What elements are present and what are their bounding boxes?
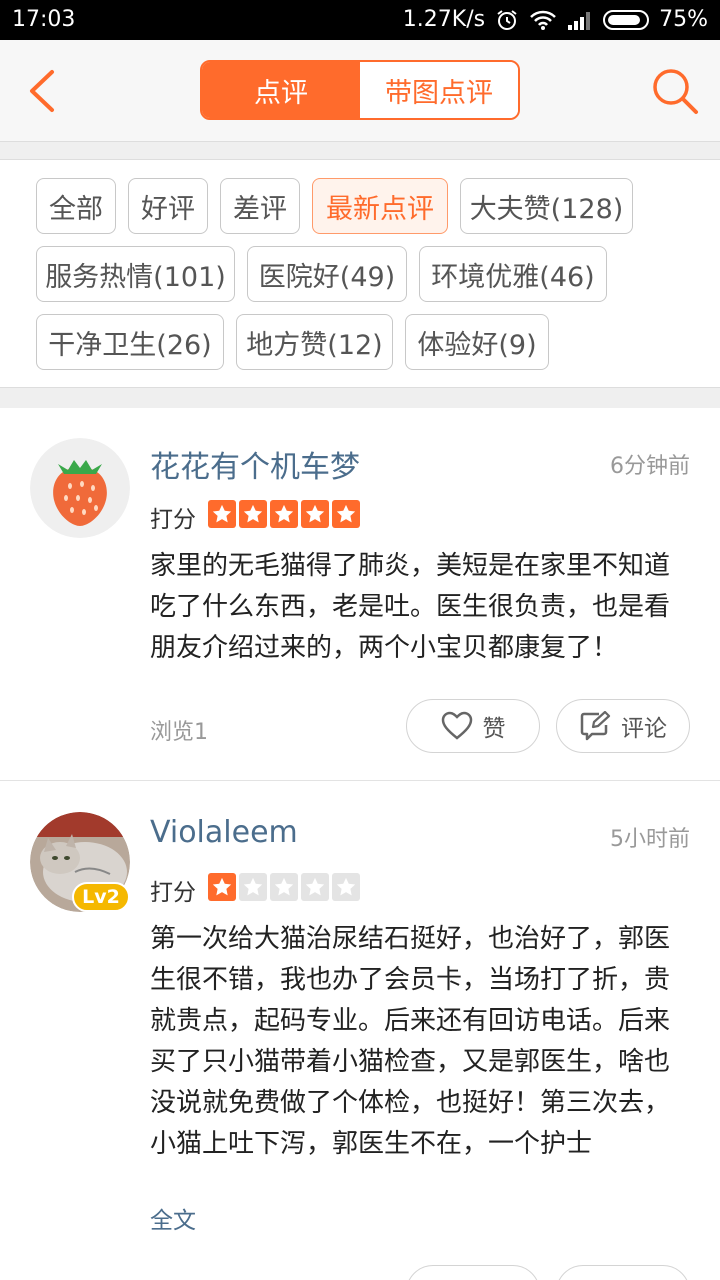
tab-reviews[interactable]: 点评 [202,62,360,118]
filter-tags: 全部 好评 差评 最新点评 大夫赞(128) 服务热情(101) 医院好(49)… [0,161,720,388]
star-icon [208,500,236,528]
review-time: 6分钟前 [610,454,690,479]
star-icon [270,500,298,528]
heart-icon [441,711,472,740]
nav-header: 点评 带图点评 [0,40,720,142]
star-empty-icon [332,873,360,901]
like-button[interactable] [406,1265,540,1280]
filter-tag-latest[interactable]: 最新点评 [312,178,448,234]
comment-label: 评论 [621,716,667,742]
battery-level: 75% [659,7,708,32]
like-label: 赞 [482,716,506,742]
filter-tag-all[interactable]: 全部 [36,178,116,234]
battery-icon [603,9,650,30]
status-icons: 1.27K/s 75% [403,7,708,32]
review-time: 5小时前 [610,827,690,852]
review-type-switch: 点评 带图点评 [200,60,520,120]
star-empty-icon [270,873,298,901]
level-badge: Lv2 [72,882,130,912]
star-icon [239,500,267,528]
filter-tag-negative[interactable]: 差评 [220,178,300,234]
rating-stars [208,873,360,901]
filter-tag-environment[interactable]: 环境优雅(46) [419,246,607,302]
filter-tag-hospital[interactable]: 医院好(49) [247,246,407,302]
filter-tag-location[interactable]: 地方赞(12) [236,314,393,370]
review-item: Lv2 Violaleem 5小时前 打分 第一次给大猫治尿结石挺好，也治好了，… [0,781,720,1280]
tab-photo-reviews[interactable]: 带图点评 [360,62,518,118]
alarm-icon [497,9,517,30]
status-bar: 17:03 1.27K/s 75% [0,0,720,40]
review-item: 花花有个机车梦 6分钟前 打分 家里的无毛猫得了肺炎，美短是在家里不知道吃了什么… [0,408,720,781]
star-icon [301,500,329,528]
star-empty-icon [239,873,267,901]
comment-button[interactable]: 评论 [556,699,690,753]
rating-label: 打分 [150,507,196,533]
back-arrow-icon[interactable] [24,68,64,114]
status-time: 17:03 [12,7,76,32]
signal-icon [568,11,591,30]
review-text: 家里的无毛猫得了肺炎，美短是在家里不知道吃了什么东西，老是吐。医生很负责，也是看… [150,551,671,663]
filter-tag-clean[interactable]: 干净卫生(26) [36,314,224,370]
like-button[interactable]: 赞 [406,699,540,753]
rating-stars [208,500,360,528]
wifi-icon [530,10,556,30]
filter-tag-positive[interactable]: 好评 [128,178,208,234]
filter-tag-service[interactable]: 服务热情(101) [36,246,235,302]
star-icon [332,500,360,528]
review-username[interactable]: Violaleem [150,815,298,850]
filter-tag-doctor-praise[interactable]: 大夫赞(128) [460,178,633,234]
full-text-link[interactable]: 全文 [150,1201,196,1235]
network-speed: 1.27K/s [402,7,486,32]
search-icon[interactable] [650,66,700,116]
section-divider [0,387,720,408]
rating-label: 打分 [150,880,196,906]
edit-comment-icon [580,711,611,741]
star-empty-icon [301,873,329,901]
filter-tag-experience[interactable]: 体验好(9) [405,314,549,370]
star-icon [208,873,236,901]
view-count: 浏览1 [150,720,208,745]
review-username[interactable]: 花花有个机车梦 [150,442,360,486]
comment-button[interactable] [556,1265,690,1280]
avatar[interactable] [30,438,130,538]
review-text: 第一次给大猫治尿结石挺好，也治好了，郭医生很不错，我也办了会员卡，当场打了折，贵… [150,924,671,1159]
section-divider [0,142,720,160]
